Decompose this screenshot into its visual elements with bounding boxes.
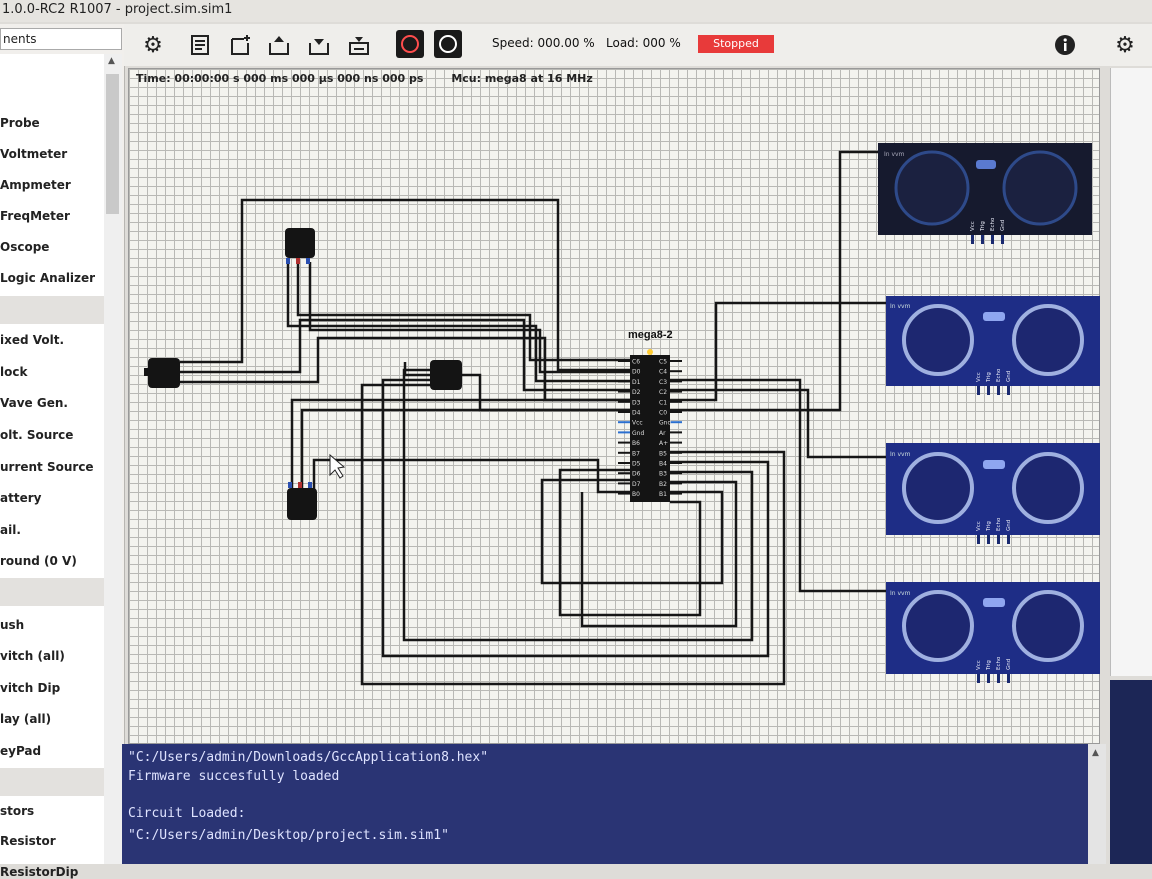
properties-panel-dark <box>1110 680 1152 864</box>
sensor-pin-label: Echo <box>990 217 996 231</box>
chip-pin-label: B3 <box>659 471 667 478</box>
module-middle[interactable] <box>430 360 462 390</box>
wire <box>580 480 738 628</box>
chip-pin-label: C0 <box>659 410 667 417</box>
chip-pin-label: B0 <box>632 491 640 498</box>
sensor-pin[interactable] <box>977 674 980 683</box>
sensor-pin[interactable] <box>1001 235 1004 244</box>
sensor-pin[interactable] <box>987 535 990 544</box>
ultrasonic-sensor-3[interactable]: In vvm Vcc Trig Echo Gnd <box>886 443 1100 544</box>
chip-pin-label: D1 <box>632 379 641 386</box>
chip-pin-label: D0 <box>632 369 641 376</box>
sensor-pin[interactable] <box>977 386 980 395</box>
sensor-pin-label: Vcc <box>970 221 976 231</box>
component-item[interactable]: ResistorDip <box>0 865 104 879</box>
wire <box>180 198 630 372</box>
chip-pin-label: D4 <box>632 410 641 417</box>
wire <box>670 301 886 402</box>
chip-pin-label: D5 <box>632 461 641 468</box>
chip-pin-label: C5 <box>659 359 667 366</box>
ultrasonic-sensor-4[interactable]: In vvm Vcc Trig Echo Gnd <box>886 582 1100 683</box>
wire <box>670 150 882 412</box>
wire <box>300 408 630 490</box>
console-line: "C:/Users/admin/Desktop/project.sim.sim1… <box>128 828 449 843</box>
wire <box>670 378 886 593</box>
chip-pin-label: D2 <box>632 389 641 396</box>
console-line: Circuit Loaded: <box>128 806 246 821</box>
mouse-cursor-icon <box>329 453 346 479</box>
chip-pin-label: Ar <box>659 430 666 437</box>
chip-pin-label: A+ <box>659 440 668 447</box>
chip-pin-label: C1 <box>659 399 667 406</box>
sensor-pin[interactable] <box>991 235 994 244</box>
chip-pin-label: B7 <box>632 450 640 457</box>
sensor-pin[interactable] <box>971 235 974 244</box>
chip-pin-label: Vcc <box>632 420 643 427</box>
circuit-drawing: mega8-2 C6 D0 D1 D2 D3 D4 Vcc Gnd B6 B7 D5 D6 D7 B0 C… <box>144 143 1100 686</box>
sensor-pin[interactable] <box>981 235 984 244</box>
sensor-pin-label: Gnd <box>1006 659 1012 670</box>
chip-pin-label: Gnd <box>632 430 644 437</box>
scroll-up-icon[interactable]: ▲ <box>1092 748 1099 758</box>
sensor-pin[interactable] <box>997 674 1000 683</box>
sensor-pin[interactable] <box>1007 674 1010 683</box>
sensor-pin-label: Echo <box>996 656 1002 670</box>
sensor-pin-label: Echo <box>996 368 1002 382</box>
ultrasonic-sensor-2[interactable]: In vvm Vcc Trig Echo Gnd <box>886 296 1100 395</box>
chip-name-label: mega8-2 <box>628 329 673 341</box>
chip-pin-label: C4 <box>659 369 667 376</box>
mcu-chip[interactable]: mega8-2 C6 D0 D1 D2 D3 D4 Vcc Gnd B6 B7 D5 D6 D7 B0 C… <box>618 329 682 502</box>
chip-pin-label: D7 <box>632 481 641 488</box>
wire <box>403 362 432 377</box>
sensor-pin-label: Vcc <box>976 521 982 531</box>
chip-pin-label: B6 <box>632 440 640 447</box>
console-line: Firmware succesfully loaded <box>128 769 340 784</box>
chip-pin-label: D3 <box>632 399 641 406</box>
properties-panel <box>1110 68 1152 676</box>
console-scrollbar[interactable]: ▲ <box>1088 744 1106 864</box>
sensor-pin-label: Trig <box>986 521 992 532</box>
sensor-pin[interactable] <box>987 386 990 395</box>
chip-pin-label: D6 <box>632 471 641 478</box>
console-line: "C:/Users/admin/Downloads/GccApplication… <box>128 750 489 765</box>
sensor-pin-label: Trig <box>986 660 992 671</box>
sensor-pin-label: Trig <box>980 221 986 232</box>
module-top[interactable] <box>285 228 315 264</box>
sensor-pin[interactable] <box>977 535 980 544</box>
chip-pin-label: C2 <box>659 389 667 396</box>
sensor-header-label: In vvm <box>884 151 905 158</box>
sensor-header-label: In vvm <box>890 303 911 310</box>
sensor-header-label: In vvm <box>890 451 911 458</box>
sensor-pin-label: Gnd <box>1006 371 1012 382</box>
ultrasonic-sensor-1[interactable]: In vvm Vcc Trig Echo Gnd <box>878 143 1092 244</box>
sensor-pin[interactable] <box>987 674 990 683</box>
sensor-pin-label: Gnd <box>1006 520 1012 531</box>
sensor-pin[interactable] <box>1007 535 1010 544</box>
chip-pin-label: Gnd <box>659 420 671 427</box>
wire <box>308 262 630 374</box>
sensor-header-label: In vvm <box>890 590 911 597</box>
sensor-pin[interactable] <box>997 386 1000 395</box>
sensor-pin[interactable] <box>997 535 1000 544</box>
module-left[interactable] <box>144 358 180 388</box>
sensor-pin-label: Vcc <box>976 372 982 382</box>
chip-pin-label: B1 <box>659 491 667 498</box>
sensor-pin-label: Echo <box>996 517 1002 531</box>
chip-pin-label: B4 <box>659 461 667 468</box>
chip-pin-label: C3 <box>659 379 667 386</box>
sensor-pin-label: Vcc <box>976 660 982 670</box>
chip-pin-label: B5 <box>659 450 667 457</box>
sensor-pin-label: Gnd <box>1000 220 1006 231</box>
chip-pin-label: C6 <box>632 359 640 366</box>
chip-pin-label: B2 <box>659 481 667 488</box>
module-bottom[interactable] <box>287 482 317 520</box>
wire <box>296 262 630 362</box>
sensor-pin[interactable] <box>1007 386 1010 395</box>
sensor-pin-label: Trig <box>986 372 992 383</box>
output-console[interactable]: "C:/Users/admin/Downloads/GccApplication… <box>122 744 1088 864</box>
